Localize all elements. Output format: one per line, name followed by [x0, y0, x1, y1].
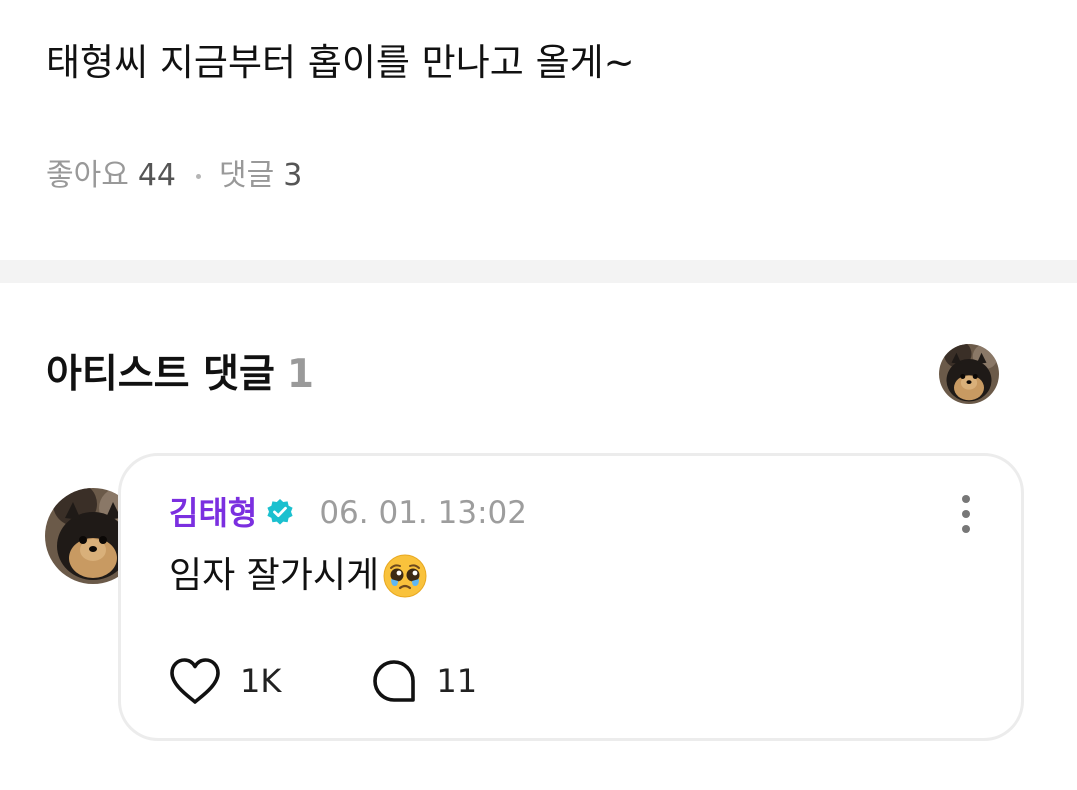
artist-comments-title: 아티스트 댓글 1	[46, 350, 314, 400]
like-button[interactable]: 1K	[167, 656, 281, 706]
comments-label: 댓글	[219, 158, 275, 193]
likes-count: 44	[137, 158, 176, 193]
reply-count: 11	[436, 662, 478, 700]
comment-timestamp: 06. 01. 13:02	[319, 495, 527, 531]
artist-comments-count: 1	[286, 352, 314, 397]
comments-count: 3	[283, 158, 303, 193]
more-options-button[interactable]	[951, 492, 981, 536]
artist-avatar[interactable]	[939, 344, 999, 404]
likes-label: 좋아요	[46, 158, 129, 193]
more-vertical-icon	[962, 495, 970, 533]
verified-badge-icon	[267, 499, 293, 525]
speech-bubble-icon	[373, 660, 416, 702]
post-meta: 좋아요 44 댓글 3	[46, 156, 302, 196]
pomeranian-avatar-icon	[939, 344, 999, 404]
likes-stat[interactable]: 좋아요 44	[46, 156, 176, 196]
reply-button[interactable]: 11	[369, 656, 477, 706]
post-text: 태형씨 지금부터 홉이를 만나고 올게~	[46, 41, 635, 84]
section-divider	[0, 260, 1077, 283]
comments-stat[interactable]: 댓글 3	[219, 156, 302, 196]
comment-text: 임자 잘가시게	[169, 555, 380, 596]
separator-dot	[196, 173, 201, 179]
comment-header: 김태형 06. 01. 13:02	[169, 492, 527, 534]
comment-body: 임자 잘가시게	[169, 552, 429, 600]
heart-icon	[170, 658, 220, 704]
comment-card: 김태형 06. 01. 13:02 임자 잘가시게 1K 11	[118, 453, 1024, 741]
pleading-face-emoji-icon	[383, 554, 427, 598]
comment-actions: 1K 11	[167, 656, 477, 706]
comment-author-name[interactable]: 김태형	[169, 492, 257, 534]
artist-comments-label: 아티스트 댓글	[46, 352, 275, 397]
like-count: 1K	[240, 662, 282, 700]
